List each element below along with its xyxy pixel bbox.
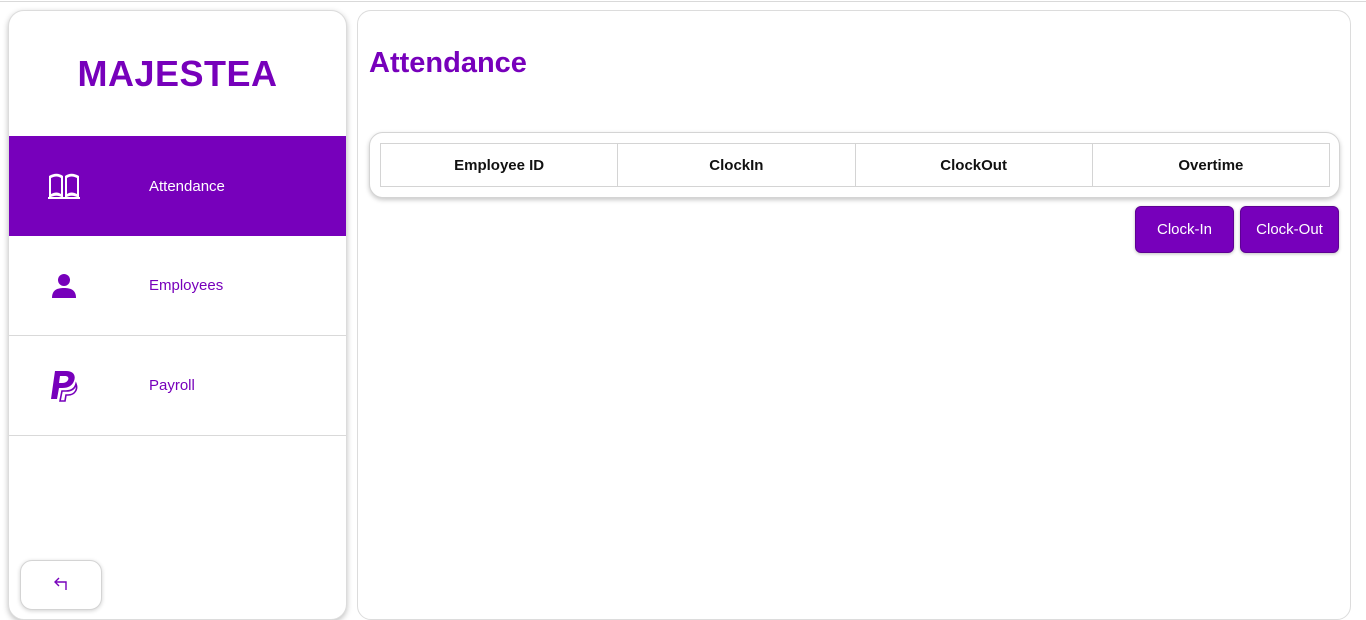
main-panel: Attendance Employee ID ClockIn ClockOut … [357, 10, 1351, 620]
back-button[interactable] [20, 560, 102, 610]
attendance-table-card: Employee ID ClockIn ClockOut Overtime [369, 132, 1340, 198]
book-open-icon [47, 169, 81, 203]
user-icon [47, 269, 81, 303]
attendance-table: Employee ID ClockIn ClockOut Overtime [379, 143, 1331, 187]
sidebar-item-label: Employees [149, 277, 224, 294]
sidebar-item-label: Attendance [149, 177, 225, 195]
sidebar: MAJESTEA Attendance Employees Payroll [8, 10, 347, 620]
table-header-row: Employee ID ClockIn ClockOut Overtime [379, 143, 1331, 187]
clock-out-button[interactable]: Clock-Out [1240, 206, 1339, 253]
brand-logo: MAJESTEA [77, 52, 278, 94]
column-header-clockin: ClockIn [617, 143, 856, 187]
sidebar-item-employees[interactable]: Employees [9, 236, 346, 336]
page-title: Attendance [369, 47, 527, 79]
sidebar-item-attendance[interactable]: Attendance [9, 136, 346, 236]
column-header-employee-id: Employee ID [379, 143, 619, 187]
clock-in-button[interactable]: Clock-In [1135, 206, 1234, 253]
column-header-clockout: ClockOut [854, 143, 1093, 187]
column-header-overtime: Overtime [1091, 143, 1331, 187]
top-divider [0, 1, 1366, 2]
arrow-return-left-icon [52, 575, 70, 596]
sidebar-item-label: Payroll [149, 377, 195, 394]
attendance-actions: Clock-In Clock-Out [1135, 206, 1339, 253]
paypal-icon [47, 369, 81, 403]
sidebar-item-payroll[interactable]: Payroll [9, 336, 346, 436]
